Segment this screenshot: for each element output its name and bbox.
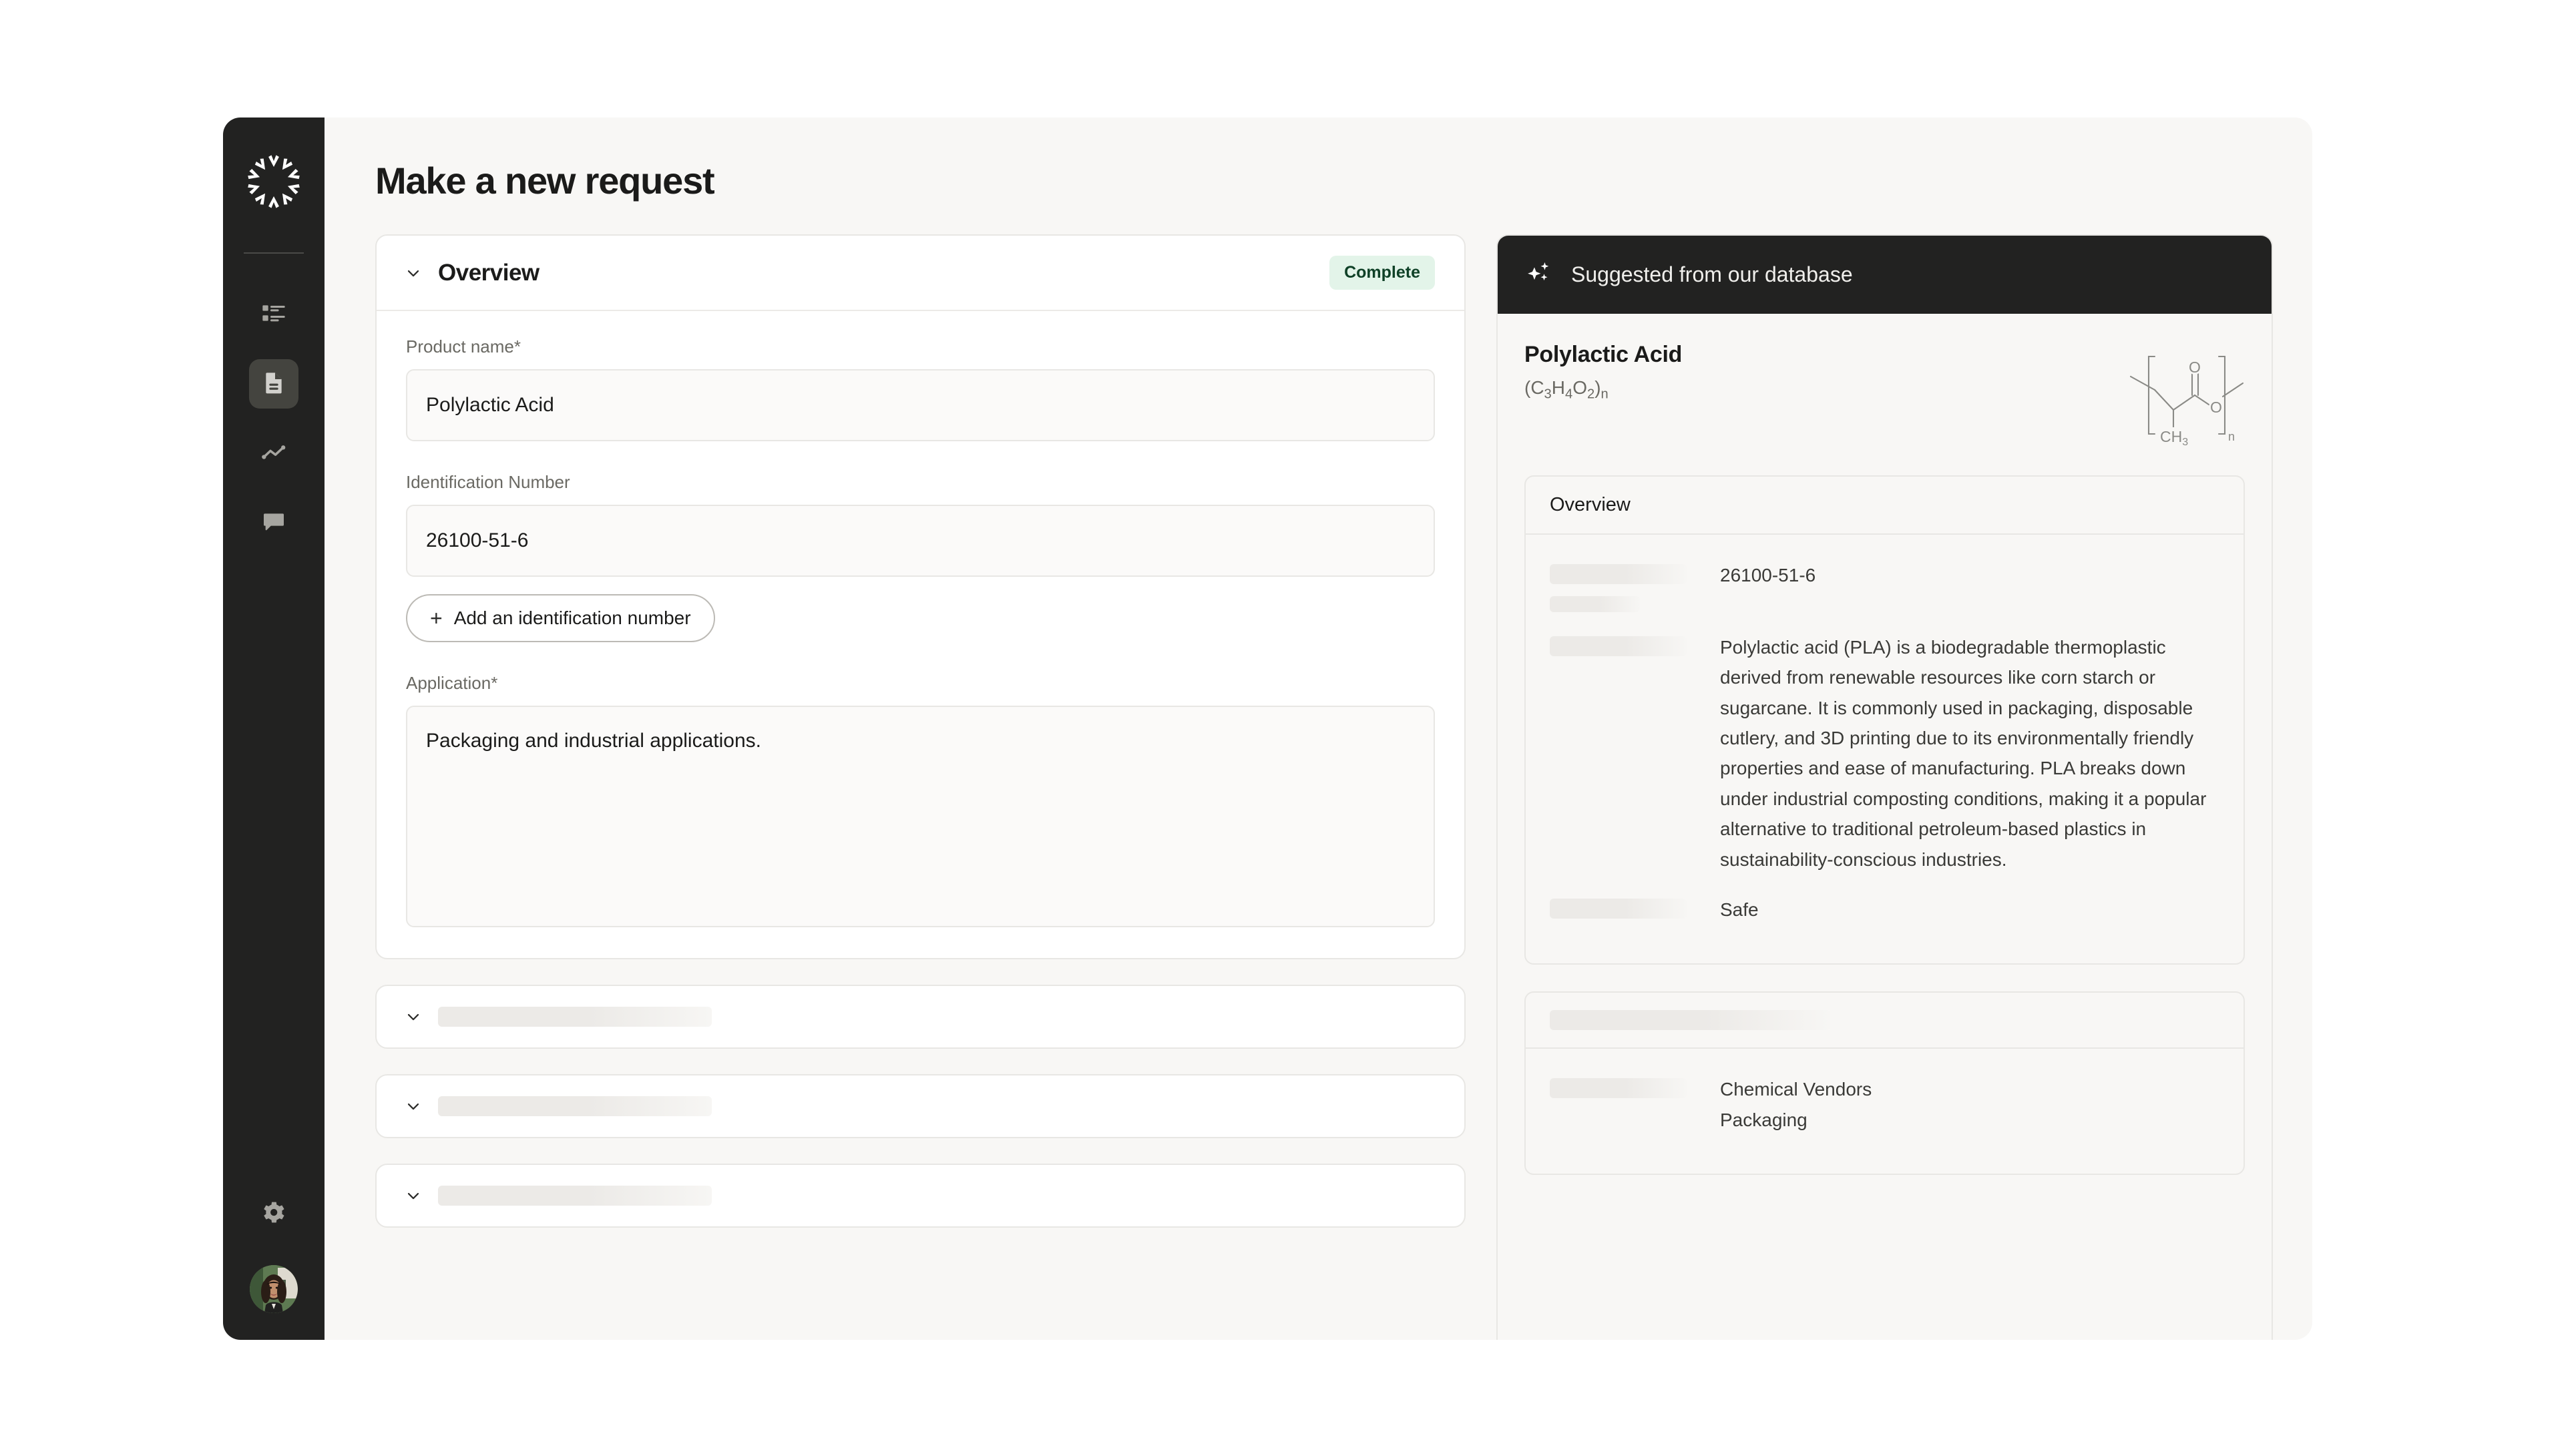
chevron-down-icon[interactable] (403, 1186, 423, 1206)
suggestion-row-description: Polylactic acid (PLA) is a biodegradable… (1550, 627, 2219, 889)
collapsed-section-1[interactable] (375, 985, 1466, 1049)
suggestion-column: Suggested from our database Polylactic A… (1496, 234, 2273, 1340)
row-value-identification-number: 26100-51-6 (1720, 565, 1816, 585)
suggestion-row-vendors: Chemical Vendors Packaging (1550, 1069, 2219, 1150)
svg-text:n: n (2228, 430, 2235, 443)
row-key-skeleton (1550, 632, 1720, 656)
compound-formula: (C3H4O2)n (1524, 377, 1609, 402)
field-product-name: Product name* Polylactic Acid (406, 336, 1435, 441)
sidebar-item-analytics[interactable] (249, 429, 298, 478)
chevron-down-icon[interactable] (403, 1096, 423, 1116)
suggestion-secondary-card: Chemical Vendors Packaging (1524, 991, 2245, 1175)
sidebar-bottom-nav (249, 1189, 298, 1313)
pla-chemical-structure-icon: O O CH3 n (2128, 348, 2245, 449)
list-icon (260, 300, 287, 330)
suggestion-panel-title: Suggested from our database (1571, 262, 1853, 286)
section-title-skeleton (438, 1096, 712, 1116)
suggestion-overview-card: Overview 26100-51-6 Polylactic acid (PLA… (1524, 475, 2245, 965)
suggestion-overview-body: 26100-51-6 Polylactic acid (PLA) is a bi… (1526, 535, 2244, 963)
document-icon (260, 369, 287, 399)
sidebar-item-documents[interactable] (249, 359, 298, 409)
section-title-skeleton (438, 1186, 712, 1206)
field-application: Application* Packaging and industrial ap… (406, 673, 1435, 927)
suggestion-overview-title: Overview (1526, 477, 2244, 535)
add-identification-number-button[interactable]: + Add an identification number (406, 594, 715, 642)
page-title: Make a new request (375, 160, 715, 202)
collapsed-section-2[interactable] (375, 1074, 1466, 1138)
suggestion-panel: Suggested from our database Polylactic A… (1496, 234, 2273, 1340)
application-label: Application* (406, 673, 498, 693)
row-key-skeleton (1550, 1074, 1720, 1099)
avatar[interactable] (250, 1265, 298, 1313)
sidebar-item-tasks-list[interactable] (249, 290, 298, 339)
row-key-skeleton (1550, 895, 1720, 919)
overview-section-body: Product name* Polylactic Acid Identifica… (377, 311, 1464, 958)
suggestion-panel-header: Suggested from our database (1498, 236, 2272, 314)
chat-bubble-icon (260, 508, 287, 538)
svg-text:O: O (2189, 358, 2201, 376)
row-value-vendors: Chemical Vendors Packaging (1720, 1079, 1872, 1130)
app-window: Make a new request Overview Complete Pro… (223, 117, 2312, 1340)
suggestion-panel-body: Polylactic Acid (C3H4O2)n O O CH3 n Over… (1498, 314, 2272, 1175)
svg-text:O: O (2210, 399, 2222, 416)
suggestion-secondary-body: Chemical Vendors Packaging (1526, 1049, 2244, 1174)
sidebar-item-messages[interactable] (249, 498, 298, 547)
overview-section-header[interactable]: Overview Complete (377, 236, 1464, 311)
add-identification-number-label: Add an identification number (453, 608, 691, 628)
compound-summary: Polylactic Acid (C3H4O2)n O O CH3 n (1524, 342, 2245, 449)
sidebar-item-settings[interactable] (249, 1189, 298, 1238)
trend-line-icon (260, 439, 287, 469)
status-badge: Complete (1329, 256, 1435, 290)
identification-number-label: Identification Number (406, 472, 570, 492)
overview-section-title-group: Overview (403, 260, 540, 286)
suggestion-row-identification: 26100-51-6 (1550, 555, 2219, 627)
suggestion-secondary-title-skeleton (1526, 993, 2244, 1049)
field-identification-number: Identification Number 26100-51-6 + Add a… (406, 472, 1435, 642)
sidebar-divider (244, 252, 304, 254)
row-value-description: Polylactic acid (PLA) is a biodegradable… (1720, 637, 2207, 870)
compound-text: Polylactic Acid (C3H4O2)n (1524, 342, 1682, 403)
overview-section-card: Overview Complete Product name* Polylact… (375, 234, 1466, 959)
suggestion-row-safety: Safe (1550, 889, 2219, 939)
content-columns: Overview Complete Product name* Polylact… (375, 234, 2273, 1340)
main-content: Make a new request Overview Complete Pro… (325, 117, 2312, 1340)
compound-name: Polylactic Acid (1524, 342, 1683, 367)
plus-icon: + (430, 606, 443, 630)
starburst-logo[interactable] (244, 152, 303, 211)
section-title-skeleton (438, 1007, 712, 1027)
row-key-skeleton (1550, 560, 1720, 612)
overview-section-title: Overview (438, 259, 540, 286)
form-column: Overview Complete Product name* Polylact… (375, 234, 1466, 1228)
sidebar (223, 117, 325, 1340)
chevron-down-icon[interactable] (403, 1007, 423, 1027)
sidebar-nav (249, 290, 298, 547)
gear-icon (260, 1199, 287, 1229)
sparkle-icon (1524, 258, 1554, 291)
chevron-down-icon[interactable] (403, 263, 423, 283)
collapsed-section-3[interactable] (375, 1164, 1466, 1228)
product-name-input[interactable]: Polylactic Acid (406, 369, 1435, 441)
product-name-label: Product name* (406, 336, 521, 356)
identification-number-input[interactable]: 26100-51-6 (406, 505, 1435, 577)
row-value-safety: Safe (1720, 899, 1759, 920)
application-textarea[interactable]: Packaging and industrial applications. (406, 706, 1435, 927)
